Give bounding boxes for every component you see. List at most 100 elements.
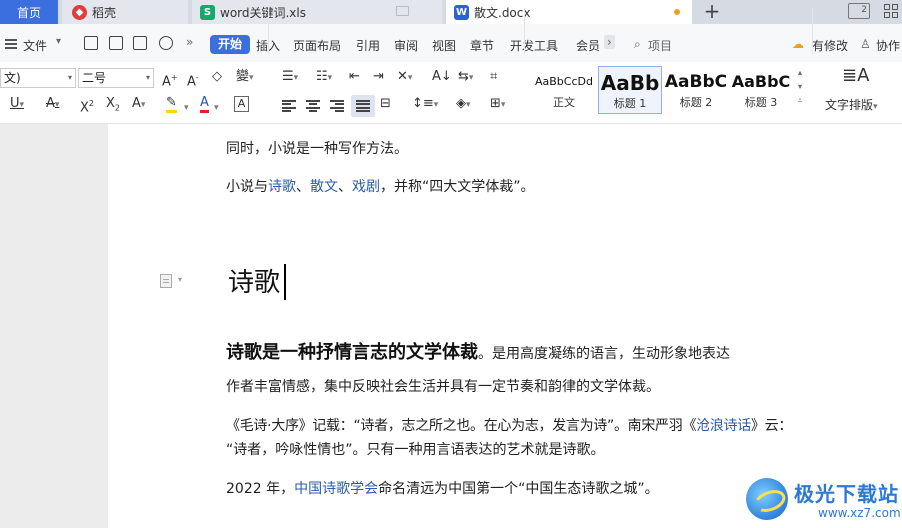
chinese-layout-icon[interactable]: ✕▾ (397, 69, 412, 86)
hamburger-icon[interactable] (5, 39, 17, 49)
doc-paragraph[interactable]: “诗者，吟咏性情也”。只有一种用言语表达的艺术就是诗歌。 (226, 439, 605, 459)
style-heading-1[interactable]: AaBb 标题 1 (598, 66, 662, 114)
sort-icon[interactable]: A↓ (432, 69, 452, 85)
doc-paragraph[interactable]: 诗歌是一种抒情言志的文学体裁。是用高度凝练的语言，生动形象地表达 (226, 338, 730, 364)
align-center-icon[interactable] (306, 100, 320, 112)
align-right-icon[interactable] (330, 100, 344, 112)
print-preview-icon[interactable] (159, 36, 173, 50)
show-marks-icon[interactable]: ⌗ (490, 69, 497, 85)
unsaved-dot-icon (674, 9, 680, 15)
chevron-down-icon[interactable]: ▾ (56, 36, 61, 47)
highlight-icon[interactable]: ✎ (166, 96, 177, 113)
heading-poetry[interactable]: 诗歌 (228, 262, 280, 299)
borders-icon[interactable]: ⊞▾ (490, 96, 505, 113)
chevron-down-icon: ▾ (145, 73, 150, 82)
chevron-right-icon[interactable]: › (604, 35, 615, 49)
chevron-up-icon[interactable]: ▴ (793, 66, 807, 80)
tab-view[interactable]: 视图 (432, 37, 456, 54)
link-canglang[interactable]: 沧浪诗话 (696, 418, 751, 434)
style-gallery-scroll[interactable]: ▴ ▾ ⩡ (793, 66, 807, 114)
tab-references[interactable]: 引用 (356, 37, 380, 54)
collaborate-button[interactable]: 协作 (876, 37, 900, 54)
doc-paragraph[interactable]: 同时，小说是一种写作方法。 (226, 138, 408, 158)
grow-font-icon[interactable]: A+ (162, 70, 178, 90)
link-drama[interactable]: 戏剧 (352, 179, 380, 195)
export-pdf-icon[interactable] (109, 36, 123, 50)
align-left-icon[interactable] (282, 100, 296, 112)
decrease-indent-icon[interactable]: ⇤ (349, 69, 360, 85)
line-spacing-icon[interactable]: ↕≡▾ (412, 96, 438, 113)
site-watermark: 极光下载站 www.xz7.com (744, 470, 902, 528)
link-prose[interactable]: 散文 (310, 179, 338, 195)
chevron-down-icon[interactable]: ▾ (793, 80, 807, 94)
tab-review[interactable]: 审阅 (394, 37, 418, 54)
text-layout-icon[interactable]: ≣A (842, 67, 869, 85)
tab-start[interactable]: 开始 (210, 35, 250, 54)
underline-icon[interactable]: U▾ (10, 96, 24, 113)
link-poetry-society[interactable]: 中国诗歌学会 (294, 481, 378, 497)
style-normal[interactable]: AaBbCcDd 正文 (531, 66, 597, 114)
text-layout-button[interactable]: 文字排版▾ (825, 97, 878, 115)
strikethrough-icon[interactable]: A▾ (46, 96, 59, 113)
tab-bar: 首页 ◆ 稻壳 S word关键词.xls W 散文.docx + 2 (0, 0, 902, 24)
increase-indent-icon[interactable]: ⇥ (373, 69, 384, 85)
tab-daoke[interactable]: ◆ 稻壳 (62, 0, 188, 24)
expand-gallery-icon[interactable]: ⩡ (793, 94, 807, 108)
clipped-line (226, 116, 786, 124)
save-icon[interactable] (84, 36, 98, 50)
aurora-logo-icon (746, 478, 788, 520)
link-poetry[interactable]: 诗歌 (268, 179, 296, 195)
modified-status[interactable]: 有修改 (812, 37, 848, 54)
search-box[interactable]: 项目 (648, 37, 672, 54)
monitor-icon[interactable] (396, 6, 409, 16)
menu-bar: 文件 ▾ » 开始 插入 页面布局 引用 审阅 视图 章节 开发工具 会员 › … (0, 24, 902, 62)
shading-icon[interactable]: ◈▾ (456, 96, 471, 113)
search-icon[interactable]: ⌕ (634, 37, 641, 52)
chevron-down-icon: ▾ (67, 73, 72, 82)
distributed-align-icon[interactable]: ⊟ (380, 96, 391, 112)
phonetic-guide-icon[interactable]: 變▾ (236, 69, 254, 86)
user-icon: ♙ (860, 37, 871, 51)
style-gallery: AaBbCcDd 正文 AaBb 标题 1 AaBbC 标题 2 AaBbC 标… (531, 66, 807, 114)
new-tab-button[interactable]: + (700, 0, 724, 24)
shrink-font-icon[interactable]: A- (187, 70, 199, 90)
tab-developer[interactable]: 开发工具 (510, 37, 558, 54)
doc-paragraph[interactable]: 《毛诗·大序》记载：“诗者，志之所之也。在心为志，发言为诗”。南宋严羽《沧浪诗话… (226, 415, 792, 435)
style-heading-2[interactable]: AaBbC 标题 2 (664, 66, 728, 114)
apps-grid-icon[interactable] (884, 4, 898, 18)
file-menu[interactable]: 文件 (23, 37, 47, 54)
tab-page-layout[interactable]: 页面布局 (293, 37, 341, 54)
superscript-icon[interactable]: X2 (80, 96, 94, 116)
print-icon[interactable] (133, 36, 147, 50)
text-effect-icon[interactable]: A▾ (132, 96, 145, 113)
tab-member[interactable]: 会员 (576, 37, 600, 54)
font-name-select[interactable]: 文) ▾ (0, 68, 76, 88)
numbered-list-icon[interactable]: ☷▾ (316, 69, 332, 86)
ribbon-separator (524, 8, 525, 54)
clear-format-icon[interactable]: ◇ (212, 69, 222, 85)
daoke-icon: ◆ (72, 4, 87, 20)
justify-icon[interactable] (356, 100, 370, 112)
doc-paragraph[interactable]: 小说与诗歌、散文、戏剧，并称“四大文学体裁”。 (226, 176, 535, 196)
more-icon[interactable]: » (186, 35, 193, 49)
ribbon-separator (812, 8, 813, 54)
writer-icon: W (454, 4, 469, 20)
window-count-badge[interactable]: 2 (848, 3, 870, 19)
chevron-down-icon[interactable]: ▾ (178, 275, 182, 284)
paragraph-marker-icon[interactable] (160, 274, 172, 288)
font-color-icon[interactable]: A (200, 96, 209, 113)
text-direction-icon[interactable]: ⇆▾ (458, 69, 473, 86)
doc-paragraph[interactable]: 2022 年，中国诗歌学会命名清远为中国第一个“中国生态诗歌之城”。 (226, 478, 659, 498)
bullet-list-icon[interactable]: ☰▾ (282, 69, 298, 86)
tab-doc-file[interactable]: W 散文.docx (446, 0, 692, 24)
subscript-icon[interactable]: X2 (106, 96, 120, 117)
char-border-icon[interactable]: A (234, 96, 249, 112)
doc-paragraph[interactable]: 作者丰富情感，集中反映社会生活并具有一定节奏和韵律的文学体裁。 (226, 376, 660, 396)
tab-chapter[interactable]: 章节 (470, 37, 494, 54)
style-heading-3[interactable]: AaBbC 标题 3 (730, 66, 792, 114)
highlight-dropdown-icon[interactable]: ▾ (184, 100, 189, 116)
font-size-select[interactable]: 二号 ▾ (78, 68, 154, 88)
font-color-dropdown-icon[interactable]: ▾ (214, 100, 219, 116)
tab-home[interactable]: 首页 (0, 0, 58, 24)
ribbon-separator (268, 8, 269, 54)
